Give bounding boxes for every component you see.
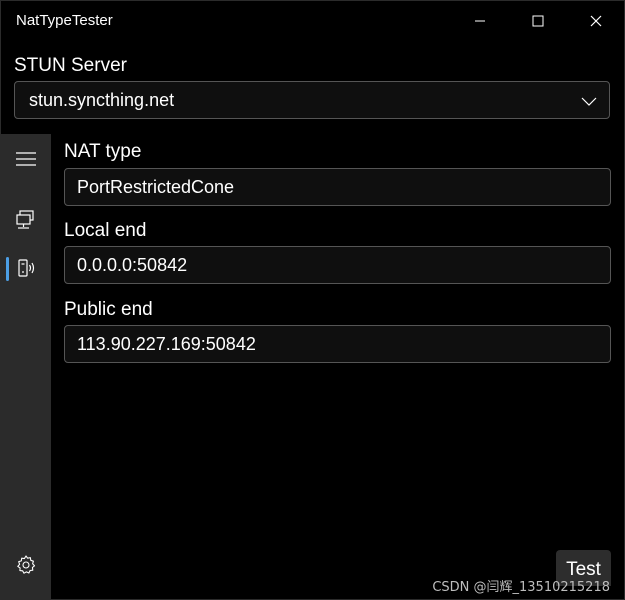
minimize-button[interactable] bbox=[451, 1, 509, 41]
network-icon bbox=[16, 210, 34, 229]
close-button[interactable] bbox=[567, 1, 625, 41]
local-end-value: 0.0.0.0:50842 bbox=[77, 255, 188, 275]
nav-item-settings[interactable] bbox=[6, 547, 46, 583]
window-title: NatTypeTester bbox=[16, 12, 113, 29]
nav-item-network[interactable] bbox=[6, 202, 46, 238]
nat-type-value: PortRestrictedCone bbox=[77, 177, 235, 197]
title-bar[interactable]: NatTypeTester bbox=[1, 1, 624, 41]
nat-device-icon bbox=[18, 259, 35, 277]
chevron-down-icon bbox=[581, 97, 597, 106]
hamburger-menu-icon bbox=[16, 152, 36, 166]
public-end-value: 113.90.227.169:50842 bbox=[77, 334, 256, 354]
gear-icon bbox=[17, 555, 36, 574]
nat-type-label: NAT type bbox=[64, 141, 142, 162]
stun-server-combobox[interactable]: stun.syncthing.net bbox=[14, 81, 610, 119]
nav-menu-toggle-button[interactable] bbox=[6, 141, 46, 177]
stun-server-value: stun.syncthing.net bbox=[29, 90, 175, 110]
maximize-button[interactable] bbox=[509, 1, 567, 41]
navigation-pane bbox=[1, 134, 51, 600]
csdn-watermark: CSDN @闫辉_13510215218 bbox=[432, 580, 610, 595]
public-end-field[interactable]: 113.90.227.169:50842 bbox=[64, 325, 611, 363]
stun-server-label: STUN Server bbox=[14, 55, 127, 76]
public-end-label: Public end bbox=[64, 299, 153, 320]
nav-item-nat-test[interactable] bbox=[6, 250, 46, 286]
nat-type-field[interactable]: PortRestrictedCone bbox=[64, 168, 611, 206]
local-end-label: Local end bbox=[64, 220, 147, 241]
minimize-icon bbox=[475, 20, 485, 22]
local-end-field[interactable]: 0.0.0.0:50842 bbox=[64, 246, 611, 284]
app-window: NatTypeTester STUN Server stun.syncthing… bbox=[0, 0, 625, 600]
maximize-icon bbox=[532, 15, 544, 27]
close-icon bbox=[590, 15, 602, 27]
